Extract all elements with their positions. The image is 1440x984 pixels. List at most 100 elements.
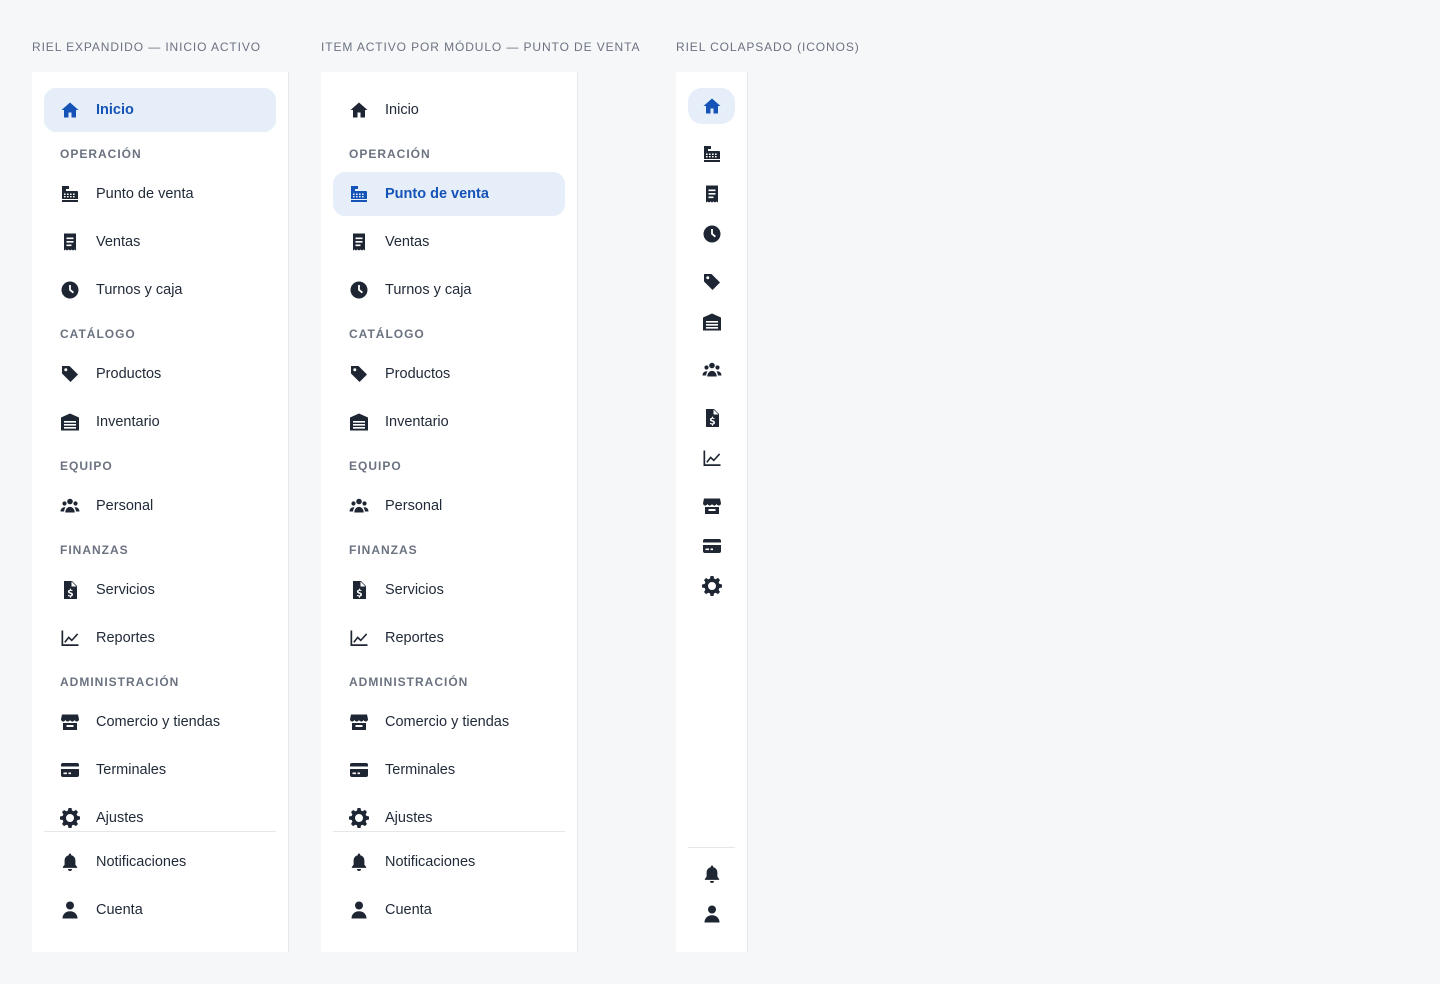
sidebar-item-label: Inicio (385, 102, 419, 118)
clock-icon (349, 280, 369, 300)
store-icon (349, 712, 369, 732)
sidebar-item-label: Notificaciones (96, 854, 187, 870)
gear-icon (701, 576, 722, 596)
rail-icon-button-punto-de-venta[interactable] (688, 136, 735, 172)
sidebar-item-notificaciones[interactable]: Notificaciones (333, 840, 565, 884)
warehouse-icon (702, 312, 722, 332)
sidebar-item-productos[interactable]: Productos (333, 352, 565, 396)
sidebar-item-label: Ajustes (385, 810, 433, 826)
sidebar-item-turnos-y-caja[interactable]: Turnos y caja (333, 268, 565, 312)
sidebar-item-label: Notificaciones (385, 854, 476, 870)
rail-icon-button-terminales[interactable] (688, 528, 735, 564)
sidebar-item-label: Cuenta (96, 902, 143, 918)
sidebar-item-label: Inventario (96, 414, 160, 430)
sidebar-item-comercio-y-tiendas[interactable]: Comercio y tiendas (333, 700, 565, 744)
store-icon (702, 496, 722, 516)
rail-icon-button-turnos-y-caja[interactable] (688, 216, 735, 252)
sidebar-item-cuenta[interactable]: Cuenta (44, 888, 276, 932)
section-label-equipo: EQUIPO (349, 459, 402, 473)
sidebar-item-ajustes[interactable]: Ajustes (44, 796, 276, 840)
sidebar-item-reportes[interactable]: Reportes (44, 616, 276, 660)
invoice-dollar-icon (60, 580, 80, 600)
sidebar-item-reportes[interactable]: Reportes (333, 616, 565, 660)
clock-icon (702, 224, 722, 244)
cash-register-icon (349, 184, 369, 204)
rail-icon-button-inventario[interactable] (688, 304, 735, 340)
section-label-equipo: EQUIPO (60, 459, 113, 473)
chart-line-icon (702, 448, 722, 468)
sidebar-item-label: Punto de venta (385, 186, 489, 202)
users-icon (349, 496, 369, 516)
sidebar-item-label: Comercio y tiendas (96, 714, 221, 730)
user-icon (702, 904, 722, 924)
rail-icon-button-cuenta[interactable] (688, 896, 735, 932)
sidebar-item-label: Personal (385, 498, 443, 514)
footer-divider (688, 847, 735, 848)
sidebar-item-label: Terminales (385, 762, 456, 778)
invoice-dollar-icon (702, 408, 722, 428)
sidebar-item-cuenta[interactable]: Cuenta (333, 888, 565, 932)
bell-icon (349, 852, 369, 872)
sidebar-item-turnos-y-caja[interactable]: Turnos y caja (44, 268, 276, 312)
home-icon (60, 100, 80, 120)
sidebar-item-personal[interactable]: Personal (44, 484, 276, 528)
section-label-operacion: OPERACIÓN (60, 147, 142, 161)
cash-register-icon (702, 144, 722, 164)
bell-icon (702, 864, 722, 884)
sidebar-item-productos[interactable]: Productos (44, 352, 276, 396)
sidebar-item-personal[interactable]: Personal (333, 484, 565, 528)
sidebar-item-label: Inicio (96, 102, 134, 118)
tag-icon (60, 364, 80, 384)
sidebar-rail-active-module: OPERACIÓN CATÁLOGO EQUIPO FINANZAS ADMINISTR… (321, 72, 578, 952)
rail-icon-button-servicios[interactable] (688, 400, 735, 436)
column-title-collapsed: RIEL COLAPSADO (ICONOS) (676, 40, 860, 54)
rail-icon-button-reportes[interactable] (688, 440, 735, 476)
chart-line-icon (60, 628, 80, 648)
sidebar-item-label: Reportes (385, 630, 444, 646)
sidebar-item-label: Ventas (96, 234, 141, 250)
sidebar-item-label: Ventas (385, 234, 430, 250)
sidebar-item-terminales[interactable]: Terminales (333, 748, 565, 792)
sidebar-item-ventas[interactable]: Ventas (333, 220, 565, 264)
sidebar-rail-collapsed (676, 72, 748, 952)
user-icon (60, 900, 80, 920)
rail-icon-button-notificaciones[interactable] (688, 856, 735, 892)
section-label-operacion: OPERACIÓN (349, 147, 431, 161)
rail-icon-button-comercio-y-tiendas[interactable] (688, 488, 735, 524)
sidebar-item-label: Turnos y caja (385, 282, 472, 298)
receipt-icon (349, 232, 369, 252)
warehouse-icon (60, 412, 80, 432)
tag-icon (349, 364, 369, 384)
section-label-administracion: ADMINISTRACIÓN (60, 675, 180, 689)
sidebar-item-ajustes[interactable]: Ajustes (333, 796, 565, 840)
sidebar-item-inventario[interactable]: Inventario (333, 400, 565, 444)
sidebar-rail-expanded: OPERACIÓN CATÁLOGO EQUIPO FINANZAS ADMINISTR… (32, 72, 289, 952)
sidebar-item-servicios[interactable]: Servicios (44, 568, 276, 612)
sidebar-item-label: Terminales (96, 762, 167, 778)
sidebar-item-notificaciones[interactable]: Notificaciones (44, 840, 276, 884)
rail-icon-button-productos[interactable] (688, 264, 735, 300)
sidebar-item-ventas[interactable]: Ventas (44, 220, 276, 264)
sidebar-item-punto-de-venta[interactable]: Punto de venta (333, 172, 565, 216)
sidebar-item-inventario[interactable]: Inventario (44, 400, 276, 444)
sidebar-item-label: Turnos y caja (96, 282, 183, 298)
section-label-catalogo: CATÁLOGO (349, 327, 425, 341)
column-title-active-module: ITEM ACTIVO POR MÓDULO — PUNTO DE VENTA (321, 40, 641, 54)
sidebar-item-servicios[interactable]: Servicios (333, 568, 565, 612)
sidebar-item-label: Inventario (385, 414, 449, 430)
column-title-expanded: RIEL EXPANDIDO — INICIO ACTIVO (32, 40, 262, 54)
bell-icon (60, 852, 80, 872)
sidebar-item-label: Cuenta (385, 902, 432, 918)
sidebar-item-inicio[interactable]: Inicio (333, 88, 565, 132)
sidebar-item-inicio[interactable]: Inicio (44, 88, 276, 132)
rail-icon-button-ajustes[interactable] (688, 568, 735, 604)
sidebar-item-comercio-y-tiendas[interactable]: Comercio y tiendas (44, 700, 276, 744)
sidebar-item-punto-de-venta[interactable]: Punto de venta (44, 172, 276, 216)
sidebar-item-terminales[interactable]: Terminales (44, 748, 276, 792)
rail-icon-button-ventas[interactable] (688, 176, 735, 212)
rail-icon-button-inicio[interactable] (688, 88, 735, 124)
store-icon (60, 712, 80, 732)
rail-icon-button-personal[interactable] (688, 352, 735, 388)
sidebar-item-label: Servicios (96, 582, 155, 598)
chart-line-icon (349, 628, 369, 648)
